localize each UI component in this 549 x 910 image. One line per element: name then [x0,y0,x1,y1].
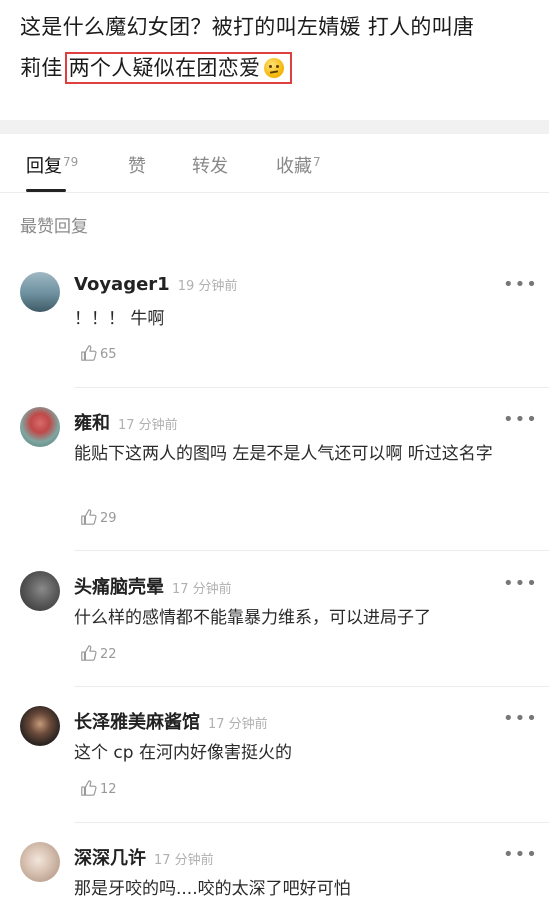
tab-favorites-count: 7 [313,155,321,169]
like-count: 29 [100,511,117,526]
tab-likes[interactable]: 赞 [128,152,146,178]
highlighted-text: 两个人疑似在团恋爱 [64,52,293,84]
section-title: 最赞回复 [20,217,88,237]
tab-likes-label: 赞 [128,156,146,177]
like-button[interactable]: 22 [80,644,117,662]
section-divider [0,120,549,134]
comment-time: 17 分钟前 [154,853,214,868]
tab-reposts[interactable]: 转发 [192,152,228,178]
comment-author-name: Voyager1 [74,274,170,295]
post-text-line-1: 这是什么魔幻女团？被打的叫左婧媛 打人的叫唐 [20,15,475,39]
like-button[interactable]: 12 [80,779,117,797]
comment-divider [74,686,549,687]
comment-author[interactable]: 长泽雅美麻酱馆 17 分钟前 [74,708,268,734]
comment-text: 那是牙咬的吗....咬的太深了吧好可怕 [74,879,351,899]
like-count: 12 [100,782,117,797]
tab-reposts-label: 转发 [192,156,228,177]
post-content: 这是什么魔幻女团？被打的叫左婧媛 打人的叫唐 莉佳 两个人疑似在团恋爱 [0,0,549,120]
thumbs-up-icon [81,509,97,525]
comment-author[interactable]: 雍和 17 分钟前 [74,409,178,435]
tab-favorites-label: 收藏 [276,156,312,177]
tab-replies[interactable]: 回复79 [26,152,78,178]
more-options-icon[interactable]: ••• [503,409,538,430]
avatar[interactable] [20,272,60,312]
more-options-icon[interactable]: ••• [503,844,538,865]
thumbs-up-icon [81,645,97,661]
comment-text: 能贴下这两人的图吗 左是不是人气还可以啊 听过这名字 [74,444,493,464]
like-count: 65 [100,347,117,362]
comment-text: ！！！ 牛啊 [74,309,165,329]
avatar[interactable] [20,706,60,746]
comment-divider [74,387,549,388]
tab-bar: 回复79 赞 转发 收藏7 [0,134,549,193]
comment-author[interactable]: Voyager1 19 分钟前 [74,274,237,295]
comment-time: 17 分钟前 [172,582,232,597]
tab-replies-label: 回复 [26,156,62,177]
avatar[interactable] [20,842,60,882]
highlighted-text-label: 两个人疑似在团恋爱 [68,56,261,80]
comment-author-name: 头痛脑壳晕 [74,577,164,598]
post-text-prefix: 莉佳 [20,56,63,80]
like-count: 22 [100,647,117,662]
post-text-line-2: 莉佳 两个人疑似在团恋爱 [20,52,293,84]
more-options-icon[interactable]: ••• [503,274,538,295]
comment-author[interactable]: 头痛脑壳晕 17 分钟前 [74,573,232,599]
avatar[interactable] [20,571,60,611]
comment-author-name: 长泽雅美麻酱馆 [74,712,200,733]
more-options-icon[interactable]: ••• [503,708,538,729]
tab-replies-count: 79 [63,155,79,169]
tab-favorites[interactable]: 收藏7 [276,152,321,178]
avatar[interactable] [20,407,60,447]
comment-divider [74,550,549,551]
comment-divider [74,822,549,823]
comment-text: 什么样的感情都不能靠暴力维系，可以进局子了 [74,608,431,628]
comment-time: 19 分钟前 [177,279,238,294]
like-button[interactable]: 29 [80,508,117,526]
like-button[interactable]: 65 [80,344,117,362]
comment-author-name: 深深几许 [74,848,146,869]
more-options-icon[interactable]: ••• [503,573,538,594]
thinking-face-icon [264,58,285,78]
comment-time: 17 分钟前 [118,418,178,433]
thumbs-up-icon [81,780,97,796]
comment-time: 17 分钟前 [208,717,268,732]
active-tab-indicator [26,189,66,192]
comment-text: 这个 cp 在河内好像害挺火的 [74,743,292,763]
thumbs-up-icon [81,345,97,361]
comment-author-name: 雍和 [74,413,110,434]
comment-author[interactable]: 深深几许 17 分钟前 [74,844,214,870]
